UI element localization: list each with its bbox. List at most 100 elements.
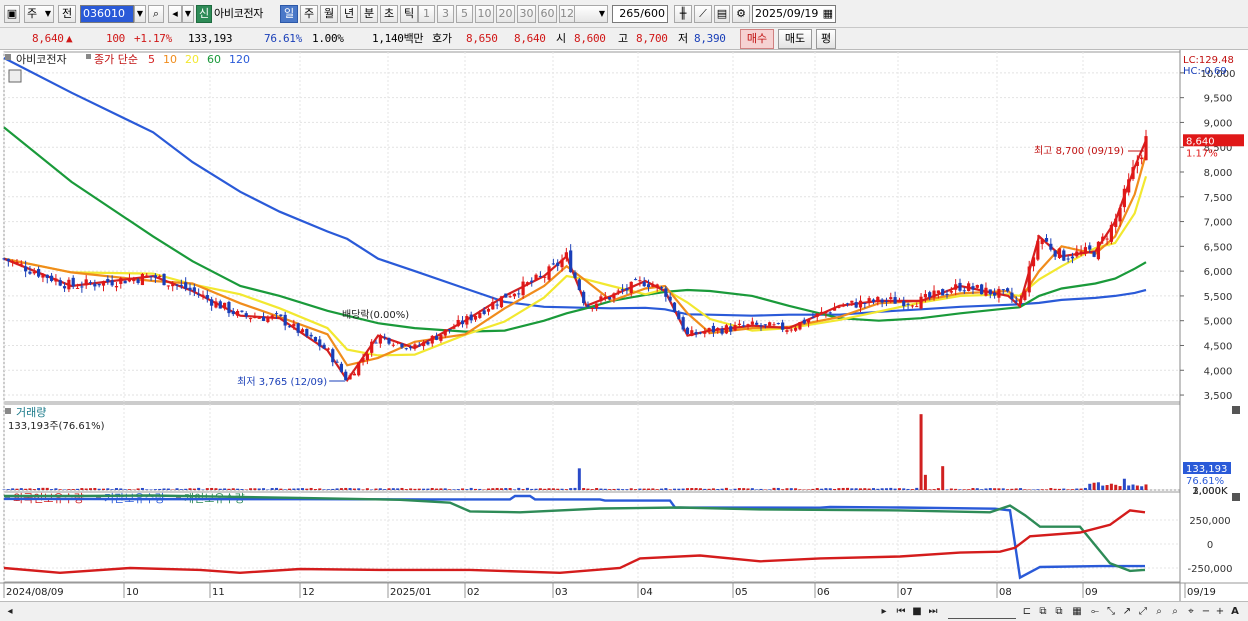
volume-bar: [660, 488, 664, 490]
high-price: 8,700: [636, 32, 668, 45]
window-icon[interactable]: ⧉: [1036, 604, 1050, 619]
chart-scroll-bar[interactable]: ◂ ▸ ⏮ ■ ⏭ ⊏ ⧉ ⧉ ▦ ⟜ ⤡ ↗ ⤢ ⌕ ⌕ ⌖ − + A: [0, 601, 1248, 621]
volume-bar: [1014, 488, 1018, 490]
volume-bar: [980, 489, 984, 490]
period-button[interactable]: 주: [300, 5, 318, 23]
buy-button[interactable]: 매수: [740, 29, 774, 49]
interval-button[interactable]: 3: [437, 5, 454, 23]
kind-button[interactable]: 전: [58, 5, 76, 23]
zoom-slider[interactable]: [948, 604, 1016, 619]
volume-bar: [759, 488, 763, 490]
price-change: 100: [106, 32, 125, 45]
volume-bar: [590, 489, 594, 490]
eval-button[interactable]: 평: [816, 29, 836, 49]
volume-bar: [1114, 484, 1118, 490]
window2-icon[interactable]: ⧉: [1052, 604, 1066, 619]
volume-bar: [404, 489, 408, 490]
crosshair-icon[interactable]: ⟜: [1088, 604, 1102, 619]
candle-body: [1114, 218, 1118, 227]
volume-bar: [707, 488, 711, 490]
interval-button[interactable]: 1: [418, 5, 435, 23]
period-button[interactable]: 일: [280, 5, 298, 23]
interval-button[interactable]: 10: [475, 5, 494, 23]
interval-button[interactable]: 60: [538, 5, 557, 23]
candle-body: [504, 293, 508, 298]
code-dropdown-icon[interactable]: ▼: [134, 5, 146, 23]
count-input[interactable]: 265/600: [612, 5, 668, 23]
minus-icon[interactable]: −: [1200, 604, 1212, 619]
y-tick-label: 4,000: [1204, 366, 1233, 377]
volume-bar: [634, 489, 638, 490]
scroll-left-icon[interactable]: ◂: [4, 604, 16, 619]
volume-bar: [391, 488, 395, 490]
interval-button[interactable]: 20: [496, 5, 515, 23]
rewind-icon[interactable]: ⏮: [894, 604, 908, 619]
candle-body: [158, 276, 162, 278]
text-tool-icon[interactable]: A: [1228, 604, 1242, 619]
volume-bar: [1127, 485, 1131, 490]
ray-icon[interactable]: ↗: [1120, 604, 1134, 619]
count-value: 265: [619, 7, 641, 20]
line-tool-icon[interactable]: ⟋: [694, 5, 712, 23]
candle-body: [417, 345, 421, 347]
window-menu-icon[interactable]: ▣: [4, 5, 20, 23]
candle-body: [1044, 238, 1049, 242]
speaker-icon[interactable]: ◂: [168, 5, 182, 23]
candle-body: [469, 314, 473, 321]
volume-bar: [465, 489, 469, 490]
gear-icon[interactable]: ⚙: [732, 5, 750, 23]
stock-code-input[interactable]: 036010: [80, 5, 134, 23]
candle-body: [300, 329, 305, 333]
chart-area[interactable]: 10,000 9,500 9,000 8,500 8,000 7,500 7,000 6,50…: [0, 50, 1248, 602]
period-button[interactable]: 분: [360, 5, 378, 23]
trend-icon[interactable]: ⤡: [1104, 604, 1118, 619]
candle-body: [569, 250, 573, 273]
interval-button[interactable]: 5: [456, 5, 473, 23]
market-select[interactable]: 주 ▼: [24, 5, 54, 23]
candle-body: [58, 280, 62, 286]
tool-icon[interactable]: ⌖: [1184, 604, 1198, 619]
period-button[interactable]: 초: [380, 5, 398, 23]
speaker-dropdown-icon[interactable]: ▼: [182, 5, 194, 23]
volume-bar: [262, 488, 266, 490]
period-button[interactable]: 년: [340, 5, 358, 23]
date-input[interactable]: 2025/09/19 ▦: [752, 5, 836, 23]
search-icon[interactable]: ⌕: [148, 5, 164, 23]
fast-forward-icon[interactable]: ⏭: [926, 604, 940, 619]
candle-body: [633, 279, 638, 281]
sell-button[interactable]: 매도: [778, 29, 812, 49]
x-axis-label: 09/19: [1187, 587, 1216, 598]
volume-bar: [318, 488, 322, 490]
candle-body: [802, 319, 806, 324]
candle-body: [538, 275, 542, 277]
ma-legend-120: 120: [229, 53, 250, 66]
chart-canvas[interactable]: 10,0009,5009,0008,5008,0007,5007,0006,50…: [0, 50, 1248, 602]
interval-select[interactable]: ▼: [574, 5, 608, 23]
candle-body: [1010, 292, 1014, 300]
interval-button[interactable]: 30: [517, 5, 536, 23]
new-badge[interactable]: 신: [196, 5, 212, 23]
candle-type-icon[interactable]: ╫: [674, 5, 692, 23]
volume-bar: [1096, 482, 1100, 490]
scroll-right-icon[interactable]: ▸: [878, 604, 890, 619]
candle-body: [1066, 258, 1070, 260]
stop-icon[interactable]: ■: [910, 604, 924, 619]
magnify-icon[interactable]: ⌕: [1152, 604, 1166, 619]
zoom-out-icon[interactable]: ⌕: [1168, 604, 1182, 619]
fib-icon[interactable]: ⤢: [1136, 604, 1150, 619]
period-button[interactable]: 틱: [400, 5, 418, 23]
save-icon[interactable]: ▤: [714, 5, 730, 23]
calendar-icon[interactable]: ▦: [823, 6, 833, 22]
volume-bar: [919, 414, 923, 490]
layout-icon[interactable]: ▦: [1070, 604, 1084, 619]
candle-body: [724, 325, 729, 334]
high-annotation: 최고 8,700 (09/19): [1034, 145, 1124, 157]
plus-icon[interactable]: +: [1214, 604, 1226, 619]
up-arrow-icon: ▲: [66, 32, 73, 45]
period-button[interactable]: 월: [320, 5, 338, 23]
volume-bar: [1105, 485, 1109, 490]
candle-body: [698, 332, 703, 334]
volume-bar: [733, 488, 737, 490]
zoom-reset-icon[interactable]: ⊏: [1020, 604, 1034, 619]
candle-body: [742, 325, 746, 327]
